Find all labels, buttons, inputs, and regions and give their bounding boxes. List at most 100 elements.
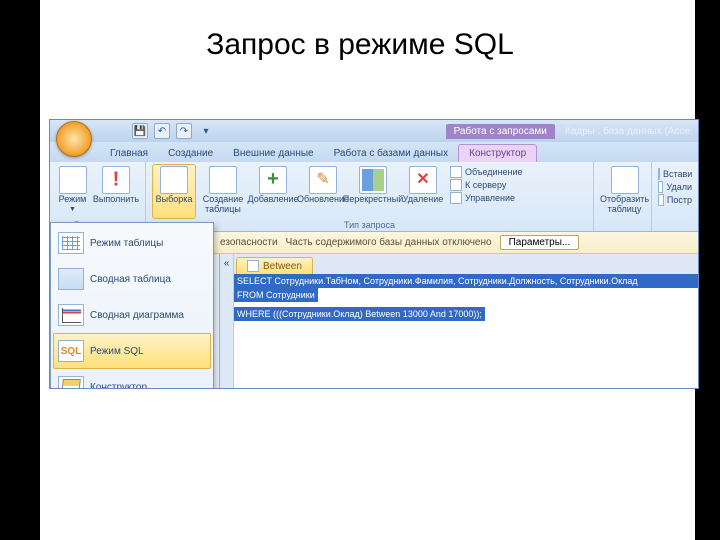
ribbon: Режим ▼ Выполнить Результаты Выборка: [50, 162, 698, 232]
chevron-down-icon: ▼: [69, 206, 76, 214]
append-icon: [259, 166, 287, 194]
delete-icon: [409, 166, 437, 194]
union-button[interactable]: Объединение: [450, 166, 523, 178]
group-querytype: Выборка Создание таблицы Добавление Обно…: [146, 162, 594, 231]
group-type-label: Тип запроса: [152, 219, 587, 231]
delete-button[interactable]: Удаление: [400, 164, 446, 219]
run-label: Выполнить: [93, 195, 139, 205]
pivotchart-icon: [58, 304, 84, 326]
passthrough-icon: [450, 179, 462, 191]
undo-icon[interactable]: ↶: [154, 123, 170, 139]
update-icon: [309, 166, 337, 194]
collapse-icon: «: [224, 258, 230, 269]
doc-tab-between[interactable]: Between: [236, 257, 313, 274]
datasheet-view-icon: [58, 232, 84, 254]
append-label: Добавление: [248, 195, 299, 205]
tab-design[interactable]: Конструктор: [458, 144, 537, 162]
ribbon-tabs: Главная Создание Внешние данные Работа с…: [50, 142, 698, 162]
crosstab-label: Перекрестный: [343, 195, 404, 205]
view-button[interactable]: Режим ▼: [56, 164, 89, 219]
select-query-button[interactable]: Выборка: [152, 164, 196, 219]
group-showtable: Отобразить таблицу: [594, 162, 652, 231]
quick-access-toolbar: 💾 ↶ ↷ ▾: [132, 123, 214, 139]
select-label: Выборка: [156, 195, 193, 205]
slide-title: Запрос в режиме SQL: [0, 0, 720, 80]
security-options-button[interactable]: Параметры...: [500, 235, 580, 250]
document-area: Between SELECT Сотрудники.ТабНом, Сотруд…: [234, 254, 698, 388]
security-msg: Часть содержимого базы данных отключено: [286, 237, 492, 248]
view-pivottable-label: Сводная таблица: [90, 274, 171, 285]
view-datasheet-label: Режим таблицы: [90, 238, 163, 249]
crosstab-button[interactable]: Перекрестный: [350, 164, 396, 219]
showtable-button[interactable]: Отобразить таблицу: [600, 164, 649, 219]
group-rowops: Встави Удали Постр: [652, 162, 698, 231]
access-window: 💾 ↶ ↷ ▾ Работа с запросами Кадры : база …: [49, 119, 699, 389]
insert-row-icon: [658, 168, 660, 180]
ddl-button[interactable]: Управление: [450, 192, 523, 204]
crosstab-icon: [359, 166, 387, 194]
select-icon: [160, 166, 188, 194]
insert-row-button[interactable]: Встави: [658, 168, 692, 180]
group-results: Режим ▼ Выполнить Результаты: [50, 162, 146, 231]
view-sql[interactable]: SQL Режим SQL: [53, 333, 211, 369]
datasheet-icon: [59, 166, 87, 194]
view-label: Режим: [59, 195, 87, 205]
sql-line-2: FROM Сотрудники: [234, 288, 318, 302]
union-icon: [450, 166, 462, 178]
slide: Запрос в режиме SQL 💾 ↶ ↷ ▾ Работа с зап…: [0, 0, 720, 540]
builder-icon: [658, 194, 664, 206]
tab-create[interactable]: Создание: [158, 145, 223, 162]
maketable-label: Создание таблицы: [200, 195, 246, 215]
sql-line-3: WHERE (((Сотрудники.Оклад) Between 13000…: [234, 307, 485, 321]
titlebar: 💾 ↶ ↷ ▾ Работа с запросами Кадры : база …: [50, 120, 698, 142]
redo-icon[interactable]: ↷: [176, 123, 192, 139]
tab-dbtools[interactable]: Работа с базами данных: [324, 145, 459, 162]
sql-line-1: SELECT Сотрудники.ТабНом, Сотрудники.Фам…: [234, 274, 698, 288]
tab-home[interactable]: Главная: [100, 145, 158, 162]
maketable-icon: [209, 166, 237, 194]
delete-label: Удаление: [403, 195, 444, 205]
view-pivotchart-label: Сводная диаграмма: [90, 310, 184, 321]
pivottable-icon: [58, 268, 84, 290]
office-button[interactable]: [56, 121, 92, 157]
title-area: Работа с запросами Кадры : база данных (…: [446, 124, 690, 139]
delete-row-button[interactable]: Удали: [658, 181, 692, 193]
decor-left: [0, 0, 40, 540]
run-button[interactable]: Выполнить: [93, 164, 139, 219]
view-pivotchart[interactable]: Сводная диаграмма: [53, 297, 211, 333]
view-datasheet[interactable]: Режим таблицы: [53, 225, 211, 261]
special-queries: Объединение К серверу Управление: [450, 164, 523, 219]
view-design-label: Конструктор: [90, 382, 147, 390]
ddl-icon: [450, 192, 462, 204]
doc-tab-label: Between: [263, 261, 302, 272]
view-sql-label: Режим SQL: [90, 346, 144, 357]
save-icon[interactable]: 💾: [132, 123, 148, 139]
showtable-icon: [611, 166, 639, 194]
passthrough-label: К серверу: [465, 180, 506, 190]
ddl-label: Управление: [465, 193, 515, 203]
run-icon: [102, 166, 130, 194]
delete-row-icon: [658, 181, 663, 193]
union-label: Объединение: [465, 167, 523, 177]
navpane-collapse[interactable]: «: [220, 254, 234, 388]
showtable-label: Отобразить таблицу: [600, 195, 649, 215]
sql-editor[interactable]: SELECT Сотрудники.ТабНом, Сотрудники.Фам…: [234, 274, 698, 388]
insert-label: Встави: [663, 169, 692, 179]
del-label: Удали: [666, 182, 692, 192]
view-pivottable[interactable]: Сводная таблица: [53, 261, 211, 297]
append-button[interactable]: Добавление: [250, 164, 296, 219]
query-icon: [247, 260, 259, 272]
qat-more-icon[interactable]: ▾: [198, 123, 214, 139]
document-tabs: Between: [234, 254, 698, 274]
builder-button[interactable]: Постр: [658, 194, 692, 206]
security-label: езопасности: [220, 237, 278, 248]
maketable-button[interactable]: Создание таблицы: [200, 164, 246, 219]
passthrough-button[interactable]: К серверу: [450, 179, 523, 191]
contextual-tab-label: Работа с запросами: [446, 124, 555, 139]
build-label: Постр: [667, 195, 692, 205]
view-design[interactable]: Конструктор: [53, 369, 211, 389]
update-button[interactable]: Обновление: [300, 164, 346, 219]
view-dropdown-menu: Режим таблицы Сводная таблица Сводная ди…: [50, 222, 214, 389]
tab-external[interactable]: Внешние данные: [223, 145, 323, 162]
sql-view-icon: SQL: [58, 340, 84, 362]
